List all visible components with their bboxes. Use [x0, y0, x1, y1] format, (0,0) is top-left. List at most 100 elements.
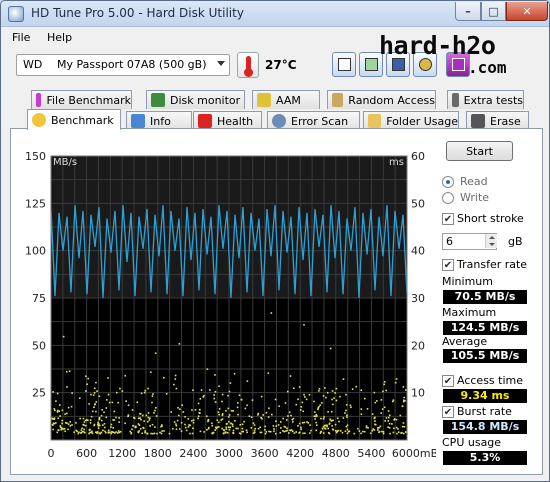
access-time-point — [127, 415, 129, 418]
tab-aam[interactable]: AAM — [252, 90, 320, 109]
access-time-point — [290, 414, 292, 417]
spin-down-arrow-icon[interactable] — [485, 241, 497, 248]
drive-vendor: WD — [23, 58, 43, 71]
access-time-point — [242, 430, 245, 433]
logo-text: hard-h2o — [379, 31, 496, 60]
access-time-point — [147, 387, 149, 390]
access-time-point — [214, 401, 217, 403]
tab-disk-monitor[interactable]: Disk monitor — [146, 90, 245, 109]
access-time-point — [89, 422, 92, 424]
short-stroke-unit: gB — [508, 235, 523, 248]
access-time-point — [267, 372, 270, 374]
menu-file[interactable]: File — [12, 31, 30, 44]
access-time-point — [184, 416, 186, 418]
maximize-button[interactable]: □ — [481, 2, 506, 21]
access-time-point — [214, 429, 216, 431]
minimize-button[interactable]: – — [455, 2, 481, 21]
health-cross-icon — [198, 114, 212, 128]
access-time-point — [101, 408, 103, 411]
access-time-point — [142, 427, 145, 429]
access-time-point — [332, 428, 335, 431]
access-time-point — [66, 386, 68, 388]
copy-screen-icon — [365, 58, 378, 71]
access-time-point — [252, 422, 255, 424]
benchmark-panel: 150 125 100 75 50 25 60 50 40 30 20 10 MB/s ms 0 600 120… — [10, 128, 543, 475]
access-time-point — [100, 419, 103, 422]
access-time-point — [203, 431, 205, 433]
tab-file-benchmark[interactable]: File Benchmark — [31, 90, 132, 109]
access-time-point — [189, 432, 191, 435]
write-radio[interactable] — [442, 192, 454, 204]
access-time-point — [206, 429, 208, 431]
access-time-point — [51, 423, 54, 426]
access-time-point — [295, 431, 298, 433]
access-time-point — [378, 426, 380, 429]
access-time-point — [346, 414, 348, 417]
tab-extra-tests[interactable]: Extra tests — [447, 90, 524, 109]
x-tick-label: 4200 — [286, 447, 314, 460]
access-time-point — [322, 426, 325, 428]
copy-info-button[interactable] — [332, 52, 356, 77]
y-right-tick-label: 10 — [411, 387, 425, 400]
drive-select[interactable]: WD My Passport 07A8 (500 gB) — [16, 54, 230, 76]
access-time-point — [363, 397, 366, 400]
x-tick-label: 0 — [48, 447, 55, 460]
access-time-point — [379, 425, 382, 428]
tab-benchmark[interactable]: Benchmark — [27, 109, 121, 130]
y-right-tick-label: 20 — [411, 339, 425, 352]
access-time-point — [331, 425, 333, 427]
access-time-point — [147, 412, 150, 414]
access-time-point — [330, 410, 333, 413]
access-time-point — [403, 425, 406, 428]
access-time-point — [227, 426, 230, 429]
access-time-point — [274, 398, 277, 401]
access-time-point — [144, 431, 146, 434]
transfer-rate-checkbox[interactable]: ✔ — [442, 259, 454, 271]
access-time-point — [237, 427, 239, 430]
spin-up-arrow-icon[interactable] — [485, 234, 497, 241]
access-time-point — [221, 418, 224, 420]
access-time-point — [394, 381, 397, 384]
access-time-point — [315, 421, 317, 424]
access-time-point — [117, 430, 120, 432]
access-time-point — [297, 425, 299, 427]
access-time-point — [97, 427, 100, 429]
access-time-point — [83, 431, 86, 434]
benchmark-icon — [32, 113, 46, 127]
access-time-point — [182, 411, 185, 413]
access-time-point — [336, 430, 339, 433]
access-time-point — [295, 403, 298, 406]
hard-h2o-logo: hard-h2o .com — [378, 31, 538, 81]
access-time-point — [240, 432, 242, 435]
access-time-point — [98, 418, 101, 421]
access-time-point — [94, 403, 96, 405]
short-stroke-stepper[interactable]: 6 — [442, 233, 497, 250]
access-time-checkbox[interactable]: ✔ — [442, 375, 454, 387]
read-radio[interactable] — [442, 176, 454, 188]
menu-help[interactable]: Help — [47, 31, 72, 44]
access-time-point — [67, 428, 69, 431]
access-time-point — [264, 428, 266, 431]
close-button[interactable]: ✕ — [506, 2, 548, 21]
access-time-point — [55, 400, 57, 402]
access-time-point — [349, 404, 352, 407]
short-stroke-checkbox[interactable]: ✔ — [442, 213, 454, 225]
access-time-point — [137, 417, 140, 420]
access-time-point — [93, 387, 96, 390]
access-time-point — [173, 421, 176, 423]
burst-rate-checkbox[interactable]: ✔ — [442, 406, 454, 418]
start-button[interactable]: Start — [446, 141, 513, 161]
access-time-point — [245, 429, 248, 432]
access-time-point — [131, 409, 134, 411]
access-time-point — [112, 427, 115, 429]
access-time-point — [323, 416, 325, 418]
access-time-point — [230, 409, 233, 412]
tab-random-access[interactable]: Random Access — [327, 90, 436, 109]
access-time-point — [194, 409, 197, 411]
access-time-point — [250, 416, 253, 419]
access-time-point — [320, 417, 322, 420]
y-right-axis-label: ms — [389, 157, 404, 168]
access-time-point — [360, 408, 363, 410]
access-time-point — [314, 418, 316, 420]
access-time-point — [388, 414, 391, 417]
